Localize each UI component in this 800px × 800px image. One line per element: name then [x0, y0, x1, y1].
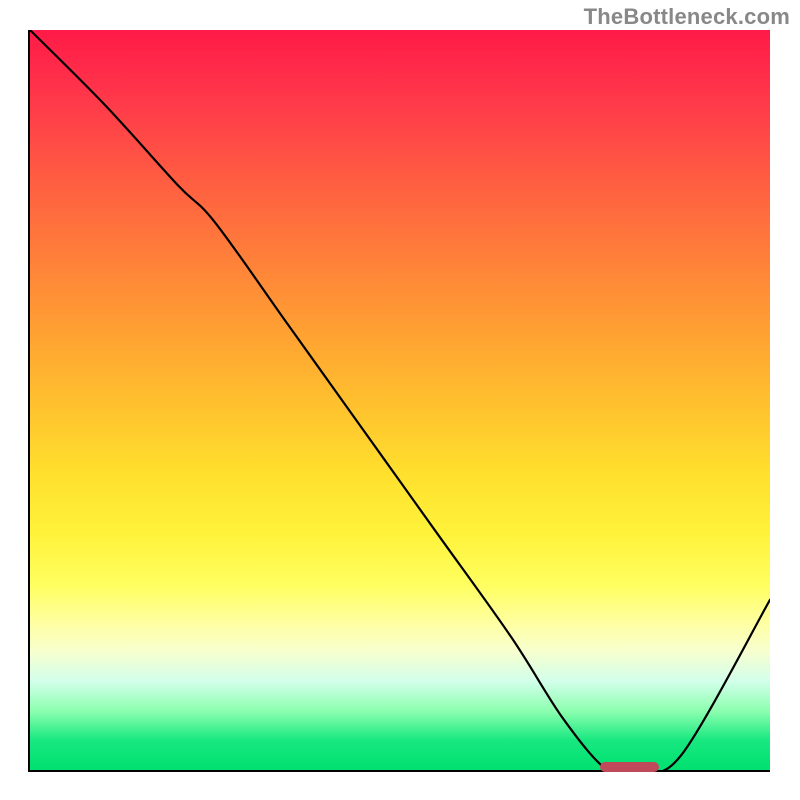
x-axis: [28, 770, 770, 772]
plot-gradient-background: [30, 30, 770, 770]
bottleneck-chart: TheBottleneck.com: [0, 0, 800, 800]
y-axis: [28, 30, 30, 772]
optimal-range-marker: [600, 762, 659, 772]
watermark-text: TheBottleneck.com: [584, 4, 790, 30]
